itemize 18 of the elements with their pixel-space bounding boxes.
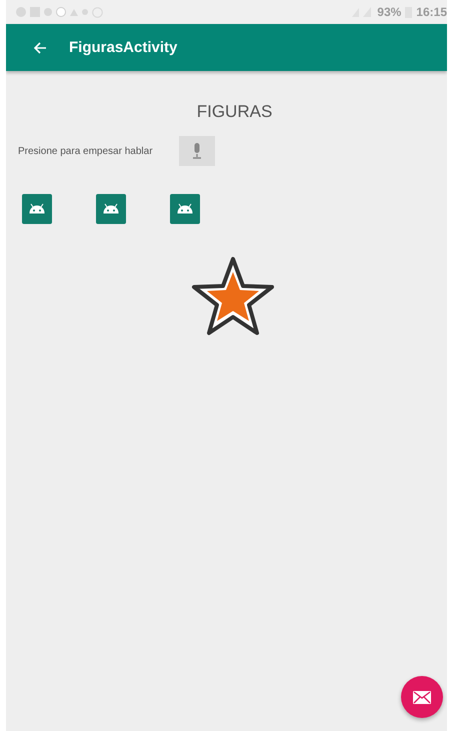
android-icon[interactable] [96,194,126,224]
star-icon [190,256,276,338]
mail-fab[interactable] [401,676,443,718]
status-time: 16:15 [416,5,447,19]
ring-icon [92,6,103,18]
microphone-button[interactable] [178,136,215,166]
dot-icon [44,8,52,16]
envelope-icon [413,690,431,704]
image-icon [30,7,40,17]
android-icon[interactable] [170,194,200,224]
microphone-icon [192,142,202,160]
back-arrow-icon[interactable] [33,40,47,54]
battery-percent: 93% [377,5,402,19]
android-icon[interactable] [22,194,52,224]
speech-prompt: Presione para empesar hablar [18,146,153,156]
page-heading: FIGURAS [196,102,274,122]
app-bar-title: FigurasActivity [69,39,178,56]
triangle-icon [70,8,78,16]
